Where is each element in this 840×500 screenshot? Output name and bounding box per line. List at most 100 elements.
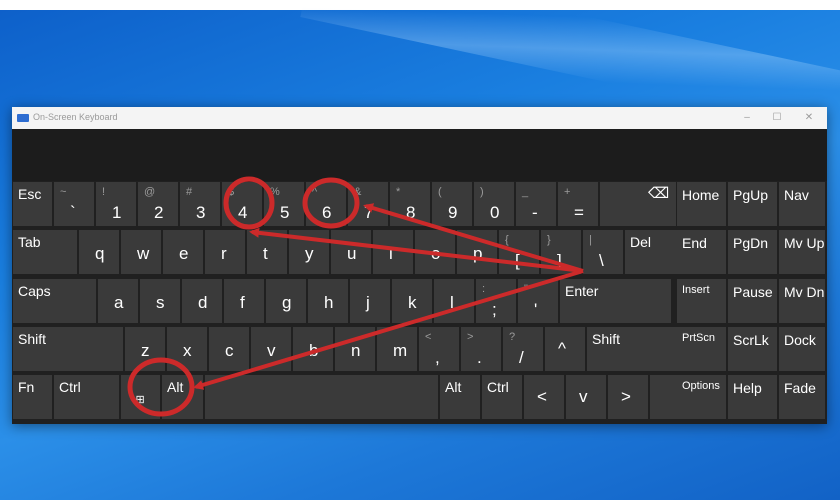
key-scrlk[interactable]: ScrLk: [728, 327, 777, 371]
key-s[interactable]: s: [140, 279, 180, 323]
key-left[interactable]: <: [524, 375, 564, 419]
key-z[interactable]: z: [125, 327, 165, 371]
key-open-bracket[interactable]: {[: [499, 230, 539, 274]
key-label: l: [450, 293, 454, 312]
key-label: Fade: [784, 380, 816, 396]
key-label: d: [198, 293, 208, 312]
key-y[interactable]: y: [289, 230, 329, 274]
key-period[interactable]: >.: [461, 327, 501, 371]
key-v[interactable]: v: [251, 327, 291, 371]
key-pause[interactable]: Pause: [728, 279, 777, 323]
key-e[interactable]: e: [163, 230, 203, 274]
key-alt-left[interactable]: Alt: [162, 375, 203, 419]
key-h[interactable]: h: [308, 279, 348, 323]
key-backtick[interactable]: ~ `: [54, 182, 94, 226]
maximize-button[interactable]: ☐: [769, 110, 785, 126]
key-l[interactable]: l: [434, 279, 474, 323]
key-u[interactable]: u: [331, 230, 371, 274]
key-insert[interactable]: Insert: [677, 279, 726, 323]
key-shift-right[interactable]: Shift: [587, 327, 681, 371]
key-help[interactable]: Help: [728, 375, 777, 419]
key-tab[interactable]: Tab: [13, 230, 77, 274]
key-comma[interactable]: <,: [419, 327, 459, 371]
keyboard-display-strip: [12, 129, 827, 181]
key-7[interactable]: & 7: [348, 182, 388, 226]
key-right[interactable]: >: [608, 375, 648, 419]
title-bar[interactable]: On-Screen Keyboard – ☐ ✕: [12, 107, 827, 129]
key-shift-label: }: [547, 234, 551, 246]
close-button[interactable]: ✕: [801, 110, 817, 126]
key-label: j: [366, 293, 370, 312]
key-semicolon[interactable]: :;: [476, 279, 516, 323]
key-down[interactable]: v: [566, 375, 606, 419]
key-p[interactable]: p: [457, 230, 497, 274]
key-a[interactable]: a: [98, 279, 138, 323]
key-equals[interactable]: + =: [558, 182, 598, 226]
key-home[interactable]: Home: [677, 182, 726, 226]
key-o[interactable]: o: [415, 230, 455, 274]
minimize-button[interactable]: –: [739, 110, 755, 126]
key-6[interactable]: ^ 6: [306, 182, 346, 226]
key-fn[interactable]: Fn: [13, 375, 52, 419]
key-w[interactable]: w: [121, 230, 161, 274]
key-alt-right[interactable]: Alt: [440, 375, 480, 419]
key-3[interactable]: #3: [180, 182, 220, 226]
key-label: m: [393, 341, 408, 360]
key-m[interactable]: m: [377, 327, 417, 371]
key-backslash[interactable]: | \: [583, 230, 623, 274]
key-mv-dn[interactable]: Mv Dn: [779, 279, 825, 323]
key-g[interactable]: g: [266, 279, 306, 323]
key-t[interactable]: t: [247, 230, 287, 274]
key-label: ScrLk: [733, 332, 769, 348]
key-x[interactable]: x: [167, 327, 207, 371]
key-k[interactable]: k: [392, 279, 432, 323]
key-label: Mv Up: [784, 235, 825, 251]
key-del[interactable]: Del: [625, 230, 683, 274]
key-space[interactable]: [205, 375, 438, 419]
key-5[interactable]: % 5: [264, 182, 304, 226]
key-backspace[interactable]: ⌫: [600, 182, 676, 226]
key-b[interactable]: b: [293, 327, 333, 371]
window-title: On-Screen Keyboard: [33, 112, 118, 122]
key-i[interactable]: i: [373, 230, 413, 274]
key-label: .: [477, 348, 482, 367]
key-end[interactable]: End: [677, 230, 726, 274]
key-minus[interactable]: _ -: [516, 182, 556, 226]
key-label: 8: [406, 203, 416, 222]
key-j[interactable]: j: [350, 279, 390, 323]
key-quote[interactable]: " ': [518, 279, 558, 323]
key-mv-up[interactable]: Mv Up: [779, 230, 825, 274]
key-pgdn[interactable]: PgDn: [728, 230, 777, 274]
key-d[interactable]: d: [182, 279, 222, 323]
key-slash[interactable]: ? /: [503, 327, 543, 371]
key-q[interactable]: q: [79, 230, 119, 274]
key-prtscn[interactable]: PrtScn: [677, 327, 726, 371]
key-label: i: [389, 244, 393, 263]
key-nav[interactable]: Nav: [779, 182, 825, 226]
key-2[interactable]: @2: [138, 182, 178, 226]
key-r[interactable]: r: [205, 230, 245, 274]
key-up[interactable]: ^: [545, 327, 585, 371]
key-windows[interactable]: ⊞: [121, 375, 160, 419]
key-f[interactable]: f: [224, 279, 264, 323]
key-ctrl-right[interactable]: Ctrl: [482, 375, 522, 419]
key-9[interactable]: (9: [432, 182, 472, 226]
key-shift-left[interactable]: Shift: [13, 327, 123, 371]
key-label: z: [141, 341, 150, 360]
key-c[interactable]: c: [209, 327, 249, 371]
key-dock[interactable]: Dock: [779, 327, 825, 371]
key-close-bracket[interactable]: }]: [541, 230, 581, 274]
key-caps[interactable]: Caps: [13, 279, 96, 323]
key-esc[interactable]: Esc: [13, 182, 52, 226]
key-fade[interactable]: Fade: [779, 375, 825, 419]
key-8[interactable]: * 8: [390, 182, 430, 226]
key-n[interactable]: n: [335, 327, 375, 371]
key-1[interactable]: ! 1: [96, 182, 136, 226]
key-pgup[interactable]: PgUp: [728, 182, 777, 226]
key-enter[interactable]: Enter: [560, 279, 671, 323]
key-ctrl-left[interactable]: Ctrl: [54, 375, 119, 419]
key-label: Del: [630, 234, 652, 250]
key-0[interactable]: ) 0: [474, 182, 514, 226]
key-4[interactable]: $4: [222, 182, 262, 226]
key-options[interactable]: Options: [677, 375, 726, 419]
